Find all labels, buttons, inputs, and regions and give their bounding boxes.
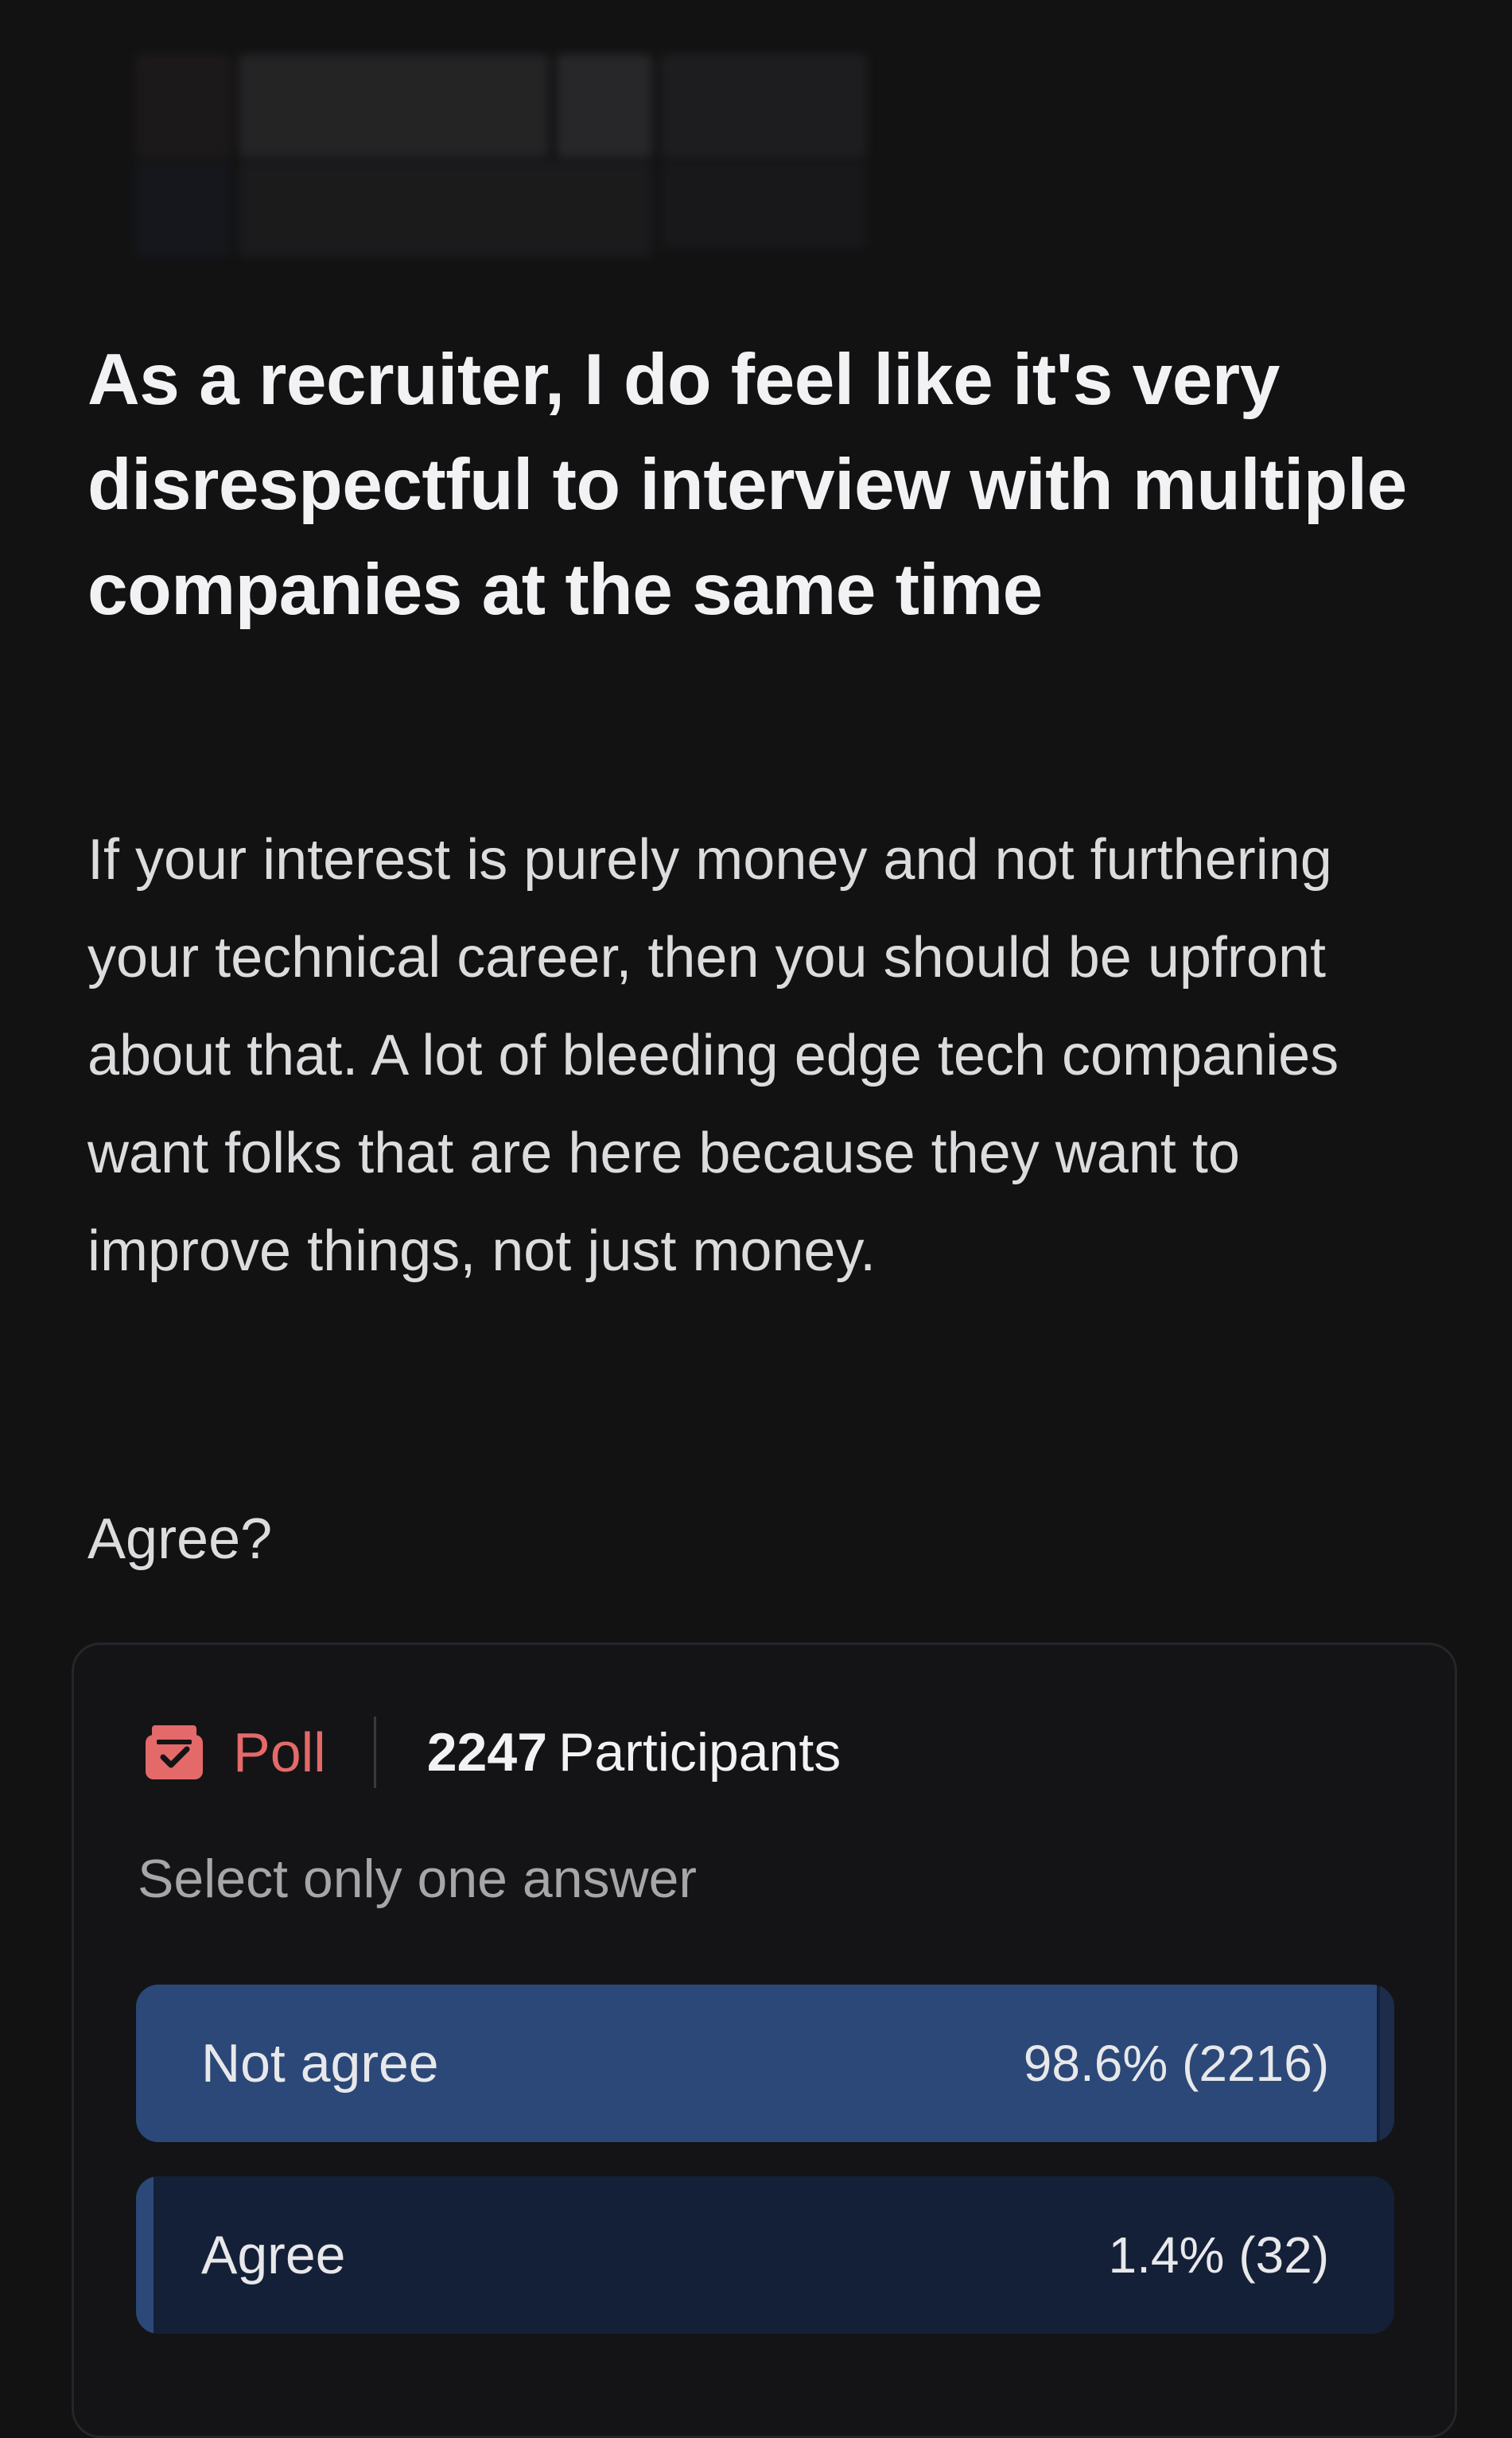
post-body: If your interest is purely money and not… [87,828,1339,1283]
poll-card: Poll 2247 Participants Select only one a… [72,1643,1457,2438]
post-title: As a recruiter, I do feel like it's very… [87,340,1407,630]
poll-option-bar-edge [1380,1985,1394,2142]
poll-option-label: Not agree [201,2033,439,2094]
poll-option-result: 98.6% (2216) [1023,2035,1329,2092]
poll-label: Poll [233,1721,326,1783]
poll-option-not-agree[interactable]: Not agree 98.6% (2216) [136,1985,1394,2142]
poll-option-agree[interactable]: Agree 1.4% (32) [136,2176,1394,2334]
blurred-author-header [135,54,899,261]
poll-option-bar-fill [136,2176,154,2334]
poll-option-result: 1.4% (32) [1108,2226,1329,2284]
participants-label: Participants [558,1722,842,1783]
poll-instruction: Select only one answer [138,1849,698,1909]
participants-count: 2247 [426,1722,548,1783]
ballot-box-icon [144,1722,204,1783]
poll-option-label: Agree [201,2225,346,2285]
post-question: Agree? [87,1507,273,1571]
poll-header: Poll 2247 Participants [144,1713,841,1792]
poll-header-divider [373,1717,376,1788]
